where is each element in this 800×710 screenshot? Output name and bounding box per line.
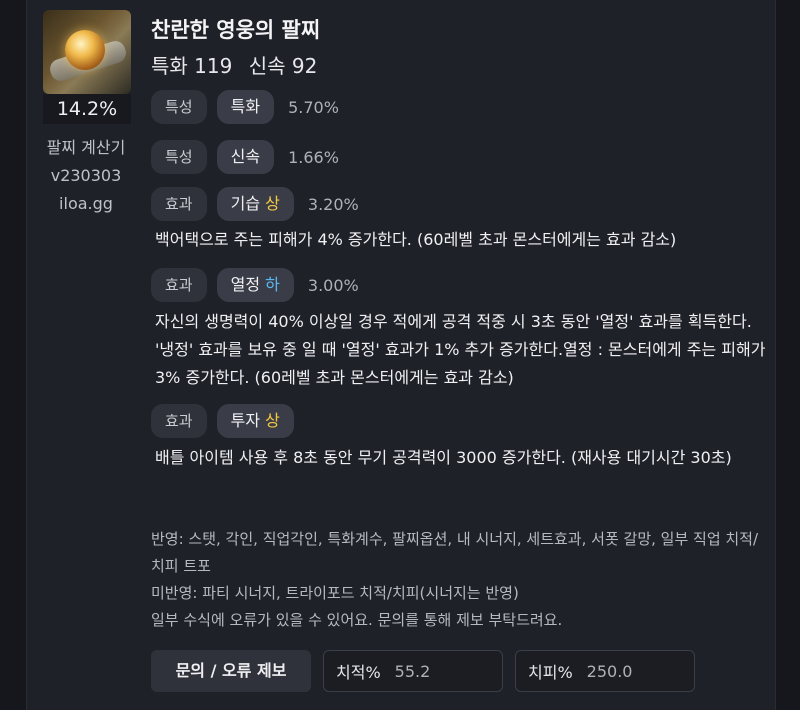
option-row: 효과 투자 상 bbox=[151, 404, 304, 438]
option-row: 특성 특화 5.70% bbox=[151, 90, 339, 124]
option-name-badge: 특화 bbox=[216, 90, 275, 124]
crit-rate-value[interactable]: 55.2 bbox=[395, 662, 431, 681]
option-description: 백어택으로 주는 피해가 4% 증가한다. (60레벨 초과 몬스터에게는 효과… bbox=[155, 230, 677, 249]
item-percent: 14.2% bbox=[43, 94, 131, 124]
option-value: 3.00% bbox=[307, 275, 359, 295]
footer-controls: 문의 / 오류 제보 치적% 55.2 치피% 250.0 bbox=[151, 650, 707, 692]
option-row: 효과 열정 하 3.00% bbox=[151, 268, 359, 302]
option-kind-badge: 특성 bbox=[151, 140, 207, 174]
option-kind-badge: 특성 bbox=[151, 90, 207, 124]
option-name: 열정 bbox=[230, 275, 261, 294]
item-title: 찬란한 영웅의 팔찌 bbox=[151, 18, 321, 42]
option-value: 3.20% bbox=[307, 194, 359, 214]
calculator-info: 팔찌 계산기 v230303 iloa.gg bbox=[43, 134, 129, 218]
option-name: 투자 bbox=[230, 411, 261, 430]
option-row: 효과 기습 상 3.20% bbox=[151, 187, 359, 221]
option-grade-high: 상 bbox=[265, 194, 280, 213]
option-name-badge: 신속 bbox=[216, 140, 275, 174]
stat-specialization: 특화 119 bbox=[151, 54, 233, 78]
item-column: 14.2% 팔찌 계산기 v230303 iloa.gg bbox=[43, 10, 131, 218]
warning-note: 일부 수식에 오류가 있을 수 있어요. 문의를 통해 제보 부탁드려요. bbox=[151, 611, 563, 629]
option-grade-high: 상 bbox=[265, 411, 280, 430]
calculator-version: v230303 bbox=[50, 166, 122, 185]
option-kind-badge: 효과 bbox=[151, 268, 207, 302]
report-button[interactable]: 문의 / 오류 제보 bbox=[151, 650, 311, 692]
crit-damage-value[interactable]: 250.0 bbox=[587, 662, 633, 681]
not-applied-note: 미반영: 파티 시너지, 트라이포드 치적/치피(시너지는 반영) bbox=[151, 584, 519, 602]
item-stats: 특화 119 신속 92 bbox=[151, 50, 327, 79]
option-name-badge: 기습 상 bbox=[216, 187, 294, 221]
crit-rate-label: 치적% bbox=[336, 663, 381, 682]
calculation-notes: 반영: 스탯, 각인, 직업각인, 특화계수, 팔찌옵션, 내 시너지, 세트효… bbox=[151, 526, 771, 634]
bracelet-panel: 14.2% 팔찌 계산기 v230303 iloa.gg 찬란한 영웅의 팔찌 … bbox=[26, 0, 776, 710]
option-kind-badge: 효과 bbox=[151, 404, 207, 438]
option-name-badge: 열정 하 bbox=[216, 268, 294, 302]
site-name[interactable]: iloa.gg bbox=[43, 190, 129, 218]
crit-damage-label: 치피% bbox=[528, 663, 573, 682]
option-description: 자신의 생명력이 40% 이상일 경우 적에게 공격 적중 시 3초 동안 '열… bbox=[155, 312, 766, 387]
applied-note: 반영: 스탯, 각인, 직업각인, 특화계수, 팔찌옵션, 내 시너지, 세트효… bbox=[151, 530, 759, 575]
calculator-name: 팔찌 계산기 bbox=[46, 138, 126, 157]
option-kind-badge: 효과 bbox=[151, 187, 207, 221]
crit-damage-field[interactable]: 치피% 250.0 bbox=[515, 650, 695, 692]
option-grade-low: 하 bbox=[265, 275, 280, 294]
option-value: 1.66% bbox=[288, 147, 339, 167]
option-name: 기습 bbox=[230, 194, 261, 213]
option-name-badge: 투자 상 bbox=[216, 404, 294, 438]
stat-swiftness: 신속 92 bbox=[248, 54, 318, 78]
bracelet-icon bbox=[43, 10, 131, 94]
option-row: 특성 신속 1.66% bbox=[151, 140, 339, 174]
option-description: 배틀 아이템 사용 후 8초 동안 무기 공격력이 3000 증가한다. (재사… bbox=[155, 448, 732, 467]
option-value: 5.70% bbox=[288, 97, 339, 117]
crit-rate-field[interactable]: 치적% 55.2 bbox=[323, 650, 503, 692]
